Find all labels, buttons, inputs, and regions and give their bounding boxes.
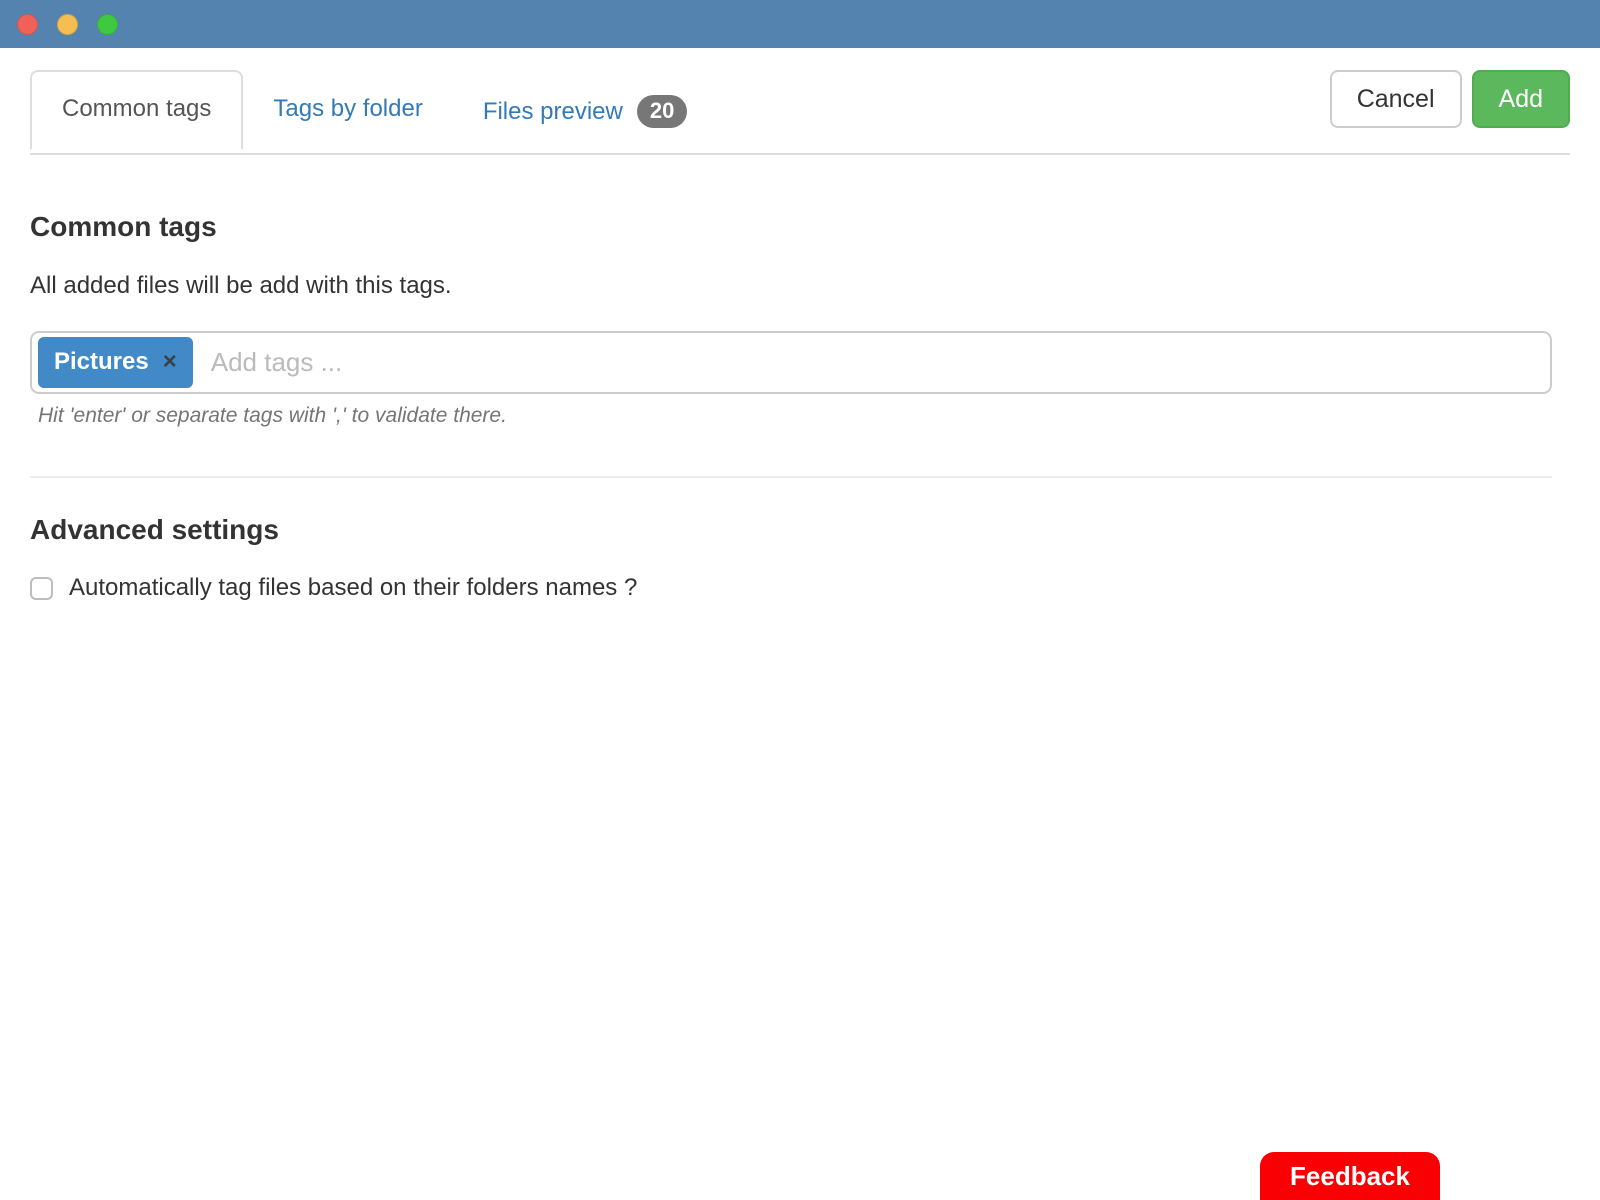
tab-common-tags[interactable]: Common tags	[30, 70, 243, 150]
section-divider	[30, 476, 1552, 478]
tab-tags-by-folder[interactable]: Tags by folder	[243, 70, 452, 148]
tags-input-container[interactable]: Pictures ×	[30, 331, 1552, 394]
files-count-badge: 20	[637, 95, 687, 128]
tab-files-preview-label: Files preview	[483, 98, 623, 126]
tag-pill-pictures: Pictures ×	[38, 337, 193, 388]
window-maximize-button[interactable]	[97, 14, 118, 35]
cancel-button[interactable]: Cancel	[1330, 70, 1462, 128]
auto-tag-checkbox[interactable]	[30, 577, 53, 600]
advanced-settings-heading: Advanced settings	[30, 514, 1570, 546]
window-titlebar	[0, 0, 1600, 48]
add-button[interactable]: Add	[1472, 70, 1570, 128]
auto-tag-checkbox-label: Automatically tag files based on their f…	[69, 574, 637, 602]
add-tags-input[interactable]	[211, 347, 1544, 378]
common-tags-panel: Common tags All added files will be add …	[0, 211, 1600, 602]
dialog-actions: Cancel Add	[1330, 70, 1570, 128]
tab-tags-by-folder-label: Tags by folder	[273, 95, 422, 123]
common-tags-description: All added files will be add with this ta…	[30, 272, 1570, 300]
tab-common-tags-label: Common tags	[62, 95, 211, 123]
window-minimize-button[interactable]	[57, 14, 78, 35]
auto-tag-checkbox-row[interactable]: Automatically tag files based on their f…	[30, 574, 1570, 602]
tab-bar: Common tags Tags by folder Files preview…	[30, 70, 1570, 155]
tag-pill-label: Pictures	[54, 348, 149, 376]
feedback-button[interactable]: Feedback	[1260, 1152, 1440, 1200]
window-close-button[interactable]	[17, 14, 38, 35]
tab-files-preview[interactable]: Files preview 20	[453, 70, 718, 153]
remove-tag-icon[interactable]: ×	[163, 352, 177, 372]
common-tags-heading: Common tags	[30, 211, 1570, 243]
tags-input-hint: Hit 'enter' or separate tags with ',' to…	[38, 404, 1570, 428]
